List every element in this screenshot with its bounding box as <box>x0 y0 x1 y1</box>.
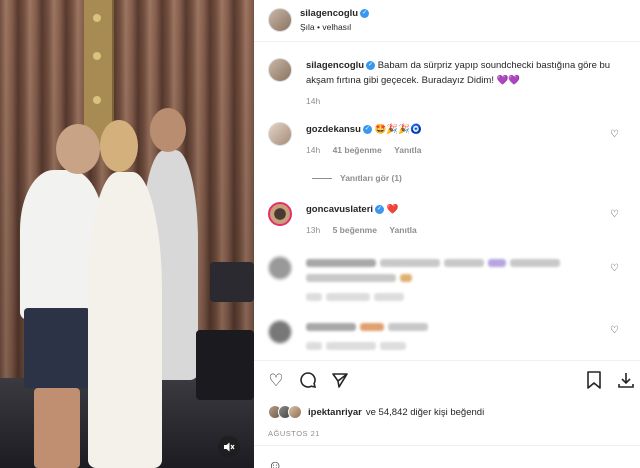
comment-username[interactable]: gozdekansu <box>306 124 361 135</box>
reply-button[interactable]: Yanıtla <box>389 225 416 235</box>
avatar <box>268 256 292 280</box>
action-bar: ♡ ipektanriyar ve 54,842 diğer kişi beğe… <box>254 360 640 468</box>
caption-time: 14h <box>306 96 321 106</box>
header-subtitle[interactable]: Şıla • velhasıl <box>300 22 369 32</box>
verified-badge-icon: ✓ <box>375 204 385 214</box>
verified-badge-icon: ✓ <box>362 124 372 134</box>
door-ornament <box>93 52 101 60</box>
speaker-muted-icon <box>224 442 235 452</box>
person-left-legs <box>34 388 80 468</box>
mute-button[interactable] <box>218 436 240 458</box>
download-icon[interactable] <box>616 371 636 391</box>
liker-avatars <box>268 405 302 419</box>
share-icon[interactable] <box>330 371 350 391</box>
post-header: silagencoglu ✓ Şıla • velhasıl <box>254 0 640 42</box>
bookmark-icon[interactable] <box>584 371 604 391</box>
heart-icon[interactable]: ♡ <box>610 130 620 140</box>
person-center <box>88 172 162 468</box>
stage-equipment <box>210 262 254 302</box>
person-left-head <box>56 124 100 174</box>
avatar <box>268 320 292 344</box>
heart-icon[interactable]: ♡ <box>610 210 620 220</box>
reply-button[interactable]: Yanıtla <box>394 145 421 155</box>
heart-icon[interactable]: ♡ <box>610 264 620 274</box>
verified-badge-icon: ✓ <box>366 60 376 70</box>
door-ornament <box>93 14 101 22</box>
comment-time: 13h <box>306 225 321 235</box>
smiley-icon[interactable]: ☺ <box>268 457 282 468</box>
heart-icon[interactable]: ♡ <box>610 326 620 336</box>
avatar <box>288 405 302 419</box>
liker-username[interactable]: ipektanriyar <box>308 407 362 418</box>
likes-count[interactable]: ve 54,842 diğer kişi beğendi <box>366 407 484 418</box>
person-right-head <box>150 108 186 152</box>
post-panel: silagencoglu ✓ Şıla • velhasıl silagencog… <box>254 0 640 468</box>
avatar[interactable] <box>268 8 292 32</box>
avatar[interactable] <box>268 122 292 146</box>
heart-icon[interactable]: ♡ <box>266 371 286 391</box>
person-left-shorts <box>24 308 90 388</box>
comment-likes[interactable]: 5 beğenme <box>333 225 377 235</box>
avatar[interactable] <box>268 202 292 226</box>
likes-summary: ipektanriyar ve 54,842 diğer kişi beğend… <box>268 405 484 419</box>
divider <box>254 445 640 446</box>
comment-likes[interactable]: 41 beğenme <box>333 145 382 155</box>
stage-light <box>196 330 254 400</box>
caption-username[interactable]: silagencoglu <box>306 60 364 71</box>
verified-badge-icon: ✓ <box>360 9 370 19</box>
header-username[interactable]: silagencoglu <box>300 8 358 19</box>
door-ornament <box>93 96 101 104</box>
avatar[interactable] <box>268 58 292 82</box>
person-center-head <box>100 120 138 172</box>
comment-icon[interactable] <box>298 371 318 391</box>
blurred-text <box>306 322 596 352</box>
view-replies-button[interactable]: Yanıtları gör (1) <box>312 173 402 183</box>
comment-username[interactable]: goncavuslateri <box>306 204 373 215</box>
post-date: AĞUSTOS 21 <box>268 429 320 438</box>
comment-text: ❤️ <box>386 204 399 215</box>
blurred-text <box>306 258 596 303</box>
comment-time: 14h <box>306 145 321 155</box>
comment-text: 🤩🎉🎉🧿 <box>374 124 422 135</box>
post-media[interactable] <box>0 0 254 468</box>
